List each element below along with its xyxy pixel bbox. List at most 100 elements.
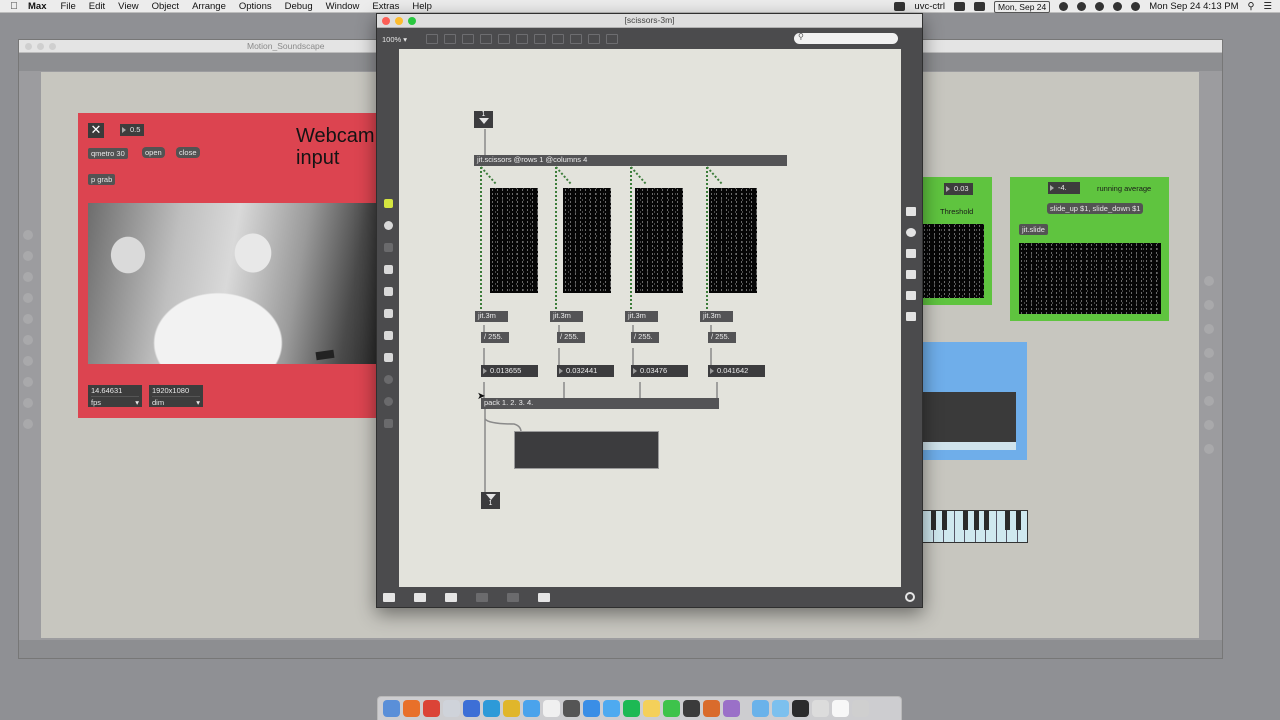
document-icon[interactable] (832, 700, 849, 717)
extension-icon[interactable] (974, 2, 986, 11)
menu-debug[interactable]: Debug (285, 1, 313, 12)
menu-edit[interactable]: Edit (89, 1, 105, 12)
jit-3m-object-2[interactable]: jit.3m (550, 311, 583, 322)
sidebar-icon[interactable] (23, 272, 33, 282)
divide-object-2[interactable]: / 255. (557, 332, 585, 343)
divide-object-1[interactable]: / 255. (481, 332, 509, 343)
float-box-3[interactable]: 0.03476 (631, 365, 688, 377)
jit-3m-object-1[interactable]: jit.3m (475, 311, 508, 322)
bar-icon[interactable] (377, 243, 399, 254)
ruler-icon[interactable] (507, 592, 519, 602)
search-input[interactable]: ⚲ (794, 32, 898, 44)
threshold-number-box[interactable]: 0.03 (944, 183, 973, 195)
info-icon[interactable] (900, 228, 922, 237)
wifi-icon[interactable] (1131, 2, 1141, 11)
toolbar-icon[interactable] (480, 34, 492, 44)
display-icon[interactable] (894, 2, 906, 11)
menu-options[interactable]: Options (239, 1, 272, 12)
monitor-icon[interactable] (445, 592, 457, 602)
zoom-dropdown[interactable]: 100% ▾ (382, 35, 418, 44)
sidebar-icon[interactable] (23, 356, 33, 366)
jit-3m-object-4[interactable]: jit.3m (700, 311, 733, 322)
close-light-icon[interactable] (25, 43, 32, 50)
chevron-down-icon[interactable]: ▾ (196, 397, 200, 408)
slack-icon[interactable] (503, 700, 520, 717)
toolbar-icon[interactable] (498, 34, 510, 44)
minimize-window-icon[interactable] (395, 17, 403, 25)
black-key[interactable] (1016, 511, 1021, 530)
jit-scissors-object[interactable]: jit.scissors @rows 1 @columns 4 (474, 155, 787, 166)
list-icon[interactable] (900, 270, 922, 279)
black-key[interactable] (984, 511, 989, 530)
app-store-icon[interactable] (483, 700, 500, 717)
sidebar-icon[interactable] (23, 314, 33, 324)
document-icon[interactable] (812, 700, 829, 717)
textedit-icon[interactable] (543, 700, 560, 717)
paperclip-icon[interactable] (377, 331, 399, 342)
plug-icon[interactable] (377, 353, 399, 364)
sidebar-icon[interactable] (1204, 324, 1214, 334)
black-key[interactable] (931, 511, 936, 530)
circle-icon[interactable] (377, 397, 399, 408)
star-icon[interactable] (377, 419, 399, 430)
float-box-2[interactable]: 0.032441 (557, 365, 614, 377)
video-icon[interactable] (377, 287, 399, 298)
toolbar-icon[interactable] (570, 34, 582, 44)
pack-object[interactable]: pack 1. 2. 3. 4. (481, 398, 719, 409)
float-box-1[interactable]: 0.013655 (481, 365, 538, 377)
sidebar-icon[interactable] (23, 230, 33, 240)
headphones-icon[interactable] (683, 700, 700, 717)
sidebar-icon[interactable] (1204, 396, 1214, 406)
power-icon[interactable] (905, 592, 915, 602)
toolbar-icon[interactable] (534, 34, 546, 44)
minimize-light-icon[interactable] (37, 43, 44, 50)
close-message[interactable]: close (176, 147, 200, 158)
dot-icon[interactable] (1077, 2, 1087, 11)
toolbar-icon[interactable] (516, 34, 528, 44)
divide-object-4[interactable]: / 255. (708, 332, 736, 343)
notification-icon[interactable]: ☰ (1263, 1, 1272, 12)
toolbar-icon[interactable] (606, 34, 618, 44)
jit-slide-object[interactable]: jit.slide (1019, 224, 1048, 235)
piano-keyboard[interactable] (922, 510, 1028, 543)
clock[interactable]: Mon Sep 24 4:13 PM (1149, 1, 1238, 12)
firefox-icon[interactable] (403, 700, 420, 717)
grab-subpatcher[interactable]: p grab (88, 174, 116, 185)
evernote-icon[interactable] (663, 700, 680, 717)
status-app-label[interactable]: uvc-ctrl (914, 1, 945, 12)
sidebar-icon[interactable] (23, 377, 33, 387)
time-machine-icon[interactable] (1059, 2, 1069, 11)
sidebar-icon[interactable] (1204, 444, 1214, 454)
terminal-icon[interactable] (792, 700, 809, 717)
audio-app-icon[interactable] (703, 700, 720, 717)
sidebar-icon[interactable] (1204, 300, 1214, 310)
open-message[interactable]: open (142, 147, 165, 158)
sidebar-icon[interactable] (23, 251, 33, 261)
skype-icon[interactable] (603, 700, 620, 717)
menu-view[interactable]: View (118, 1, 138, 12)
divide-object-3[interactable]: / 255. (631, 332, 659, 343)
book-open-icon[interactable] (900, 291, 922, 300)
toolbar-icon[interactable] (426, 34, 438, 44)
scissors-patcher-window[interactable]: [scissors-3m] 100% ▾ ⚲ 1 jit.scissors @r… (376, 13, 923, 608)
cloud-icon[interactable] (1095, 2, 1105, 11)
zoom-window-icon[interactable] (408, 17, 416, 25)
folder-icon[interactable] (772, 700, 789, 717)
grid-icon[interactable] (476, 592, 488, 602)
close-toggle-button[interactable]: ✕ (88, 123, 104, 138)
toolbar-icon[interactable] (462, 34, 474, 44)
sidebar-icon[interactable] (23, 335, 33, 345)
trash-icon[interactable] (852, 700, 869, 717)
toolbar-icon[interactable] (552, 34, 564, 44)
toolbar-icon[interactable] (588, 34, 600, 44)
chrome-icon[interactable] (423, 700, 440, 717)
sidebar-icon[interactable] (1204, 372, 1214, 382)
zoom-light-icon[interactable] (49, 43, 56, 50)
black-key[interactable] (942, 511, 947, 530)
menu-arrange[interactable]: Arrange (192, 1, 226, 12)
menu-help[interactable]: Help (412, 1, 432, 12)
menu-extras[interactable]: Extras (372, 1, 399, 12)
messages-icon[interactable] (583, 700, 600, 717)
max-icon[interactable] (563, 700, 580, 717)
black-key[interactable] (1005, 511, 1010, 530)
